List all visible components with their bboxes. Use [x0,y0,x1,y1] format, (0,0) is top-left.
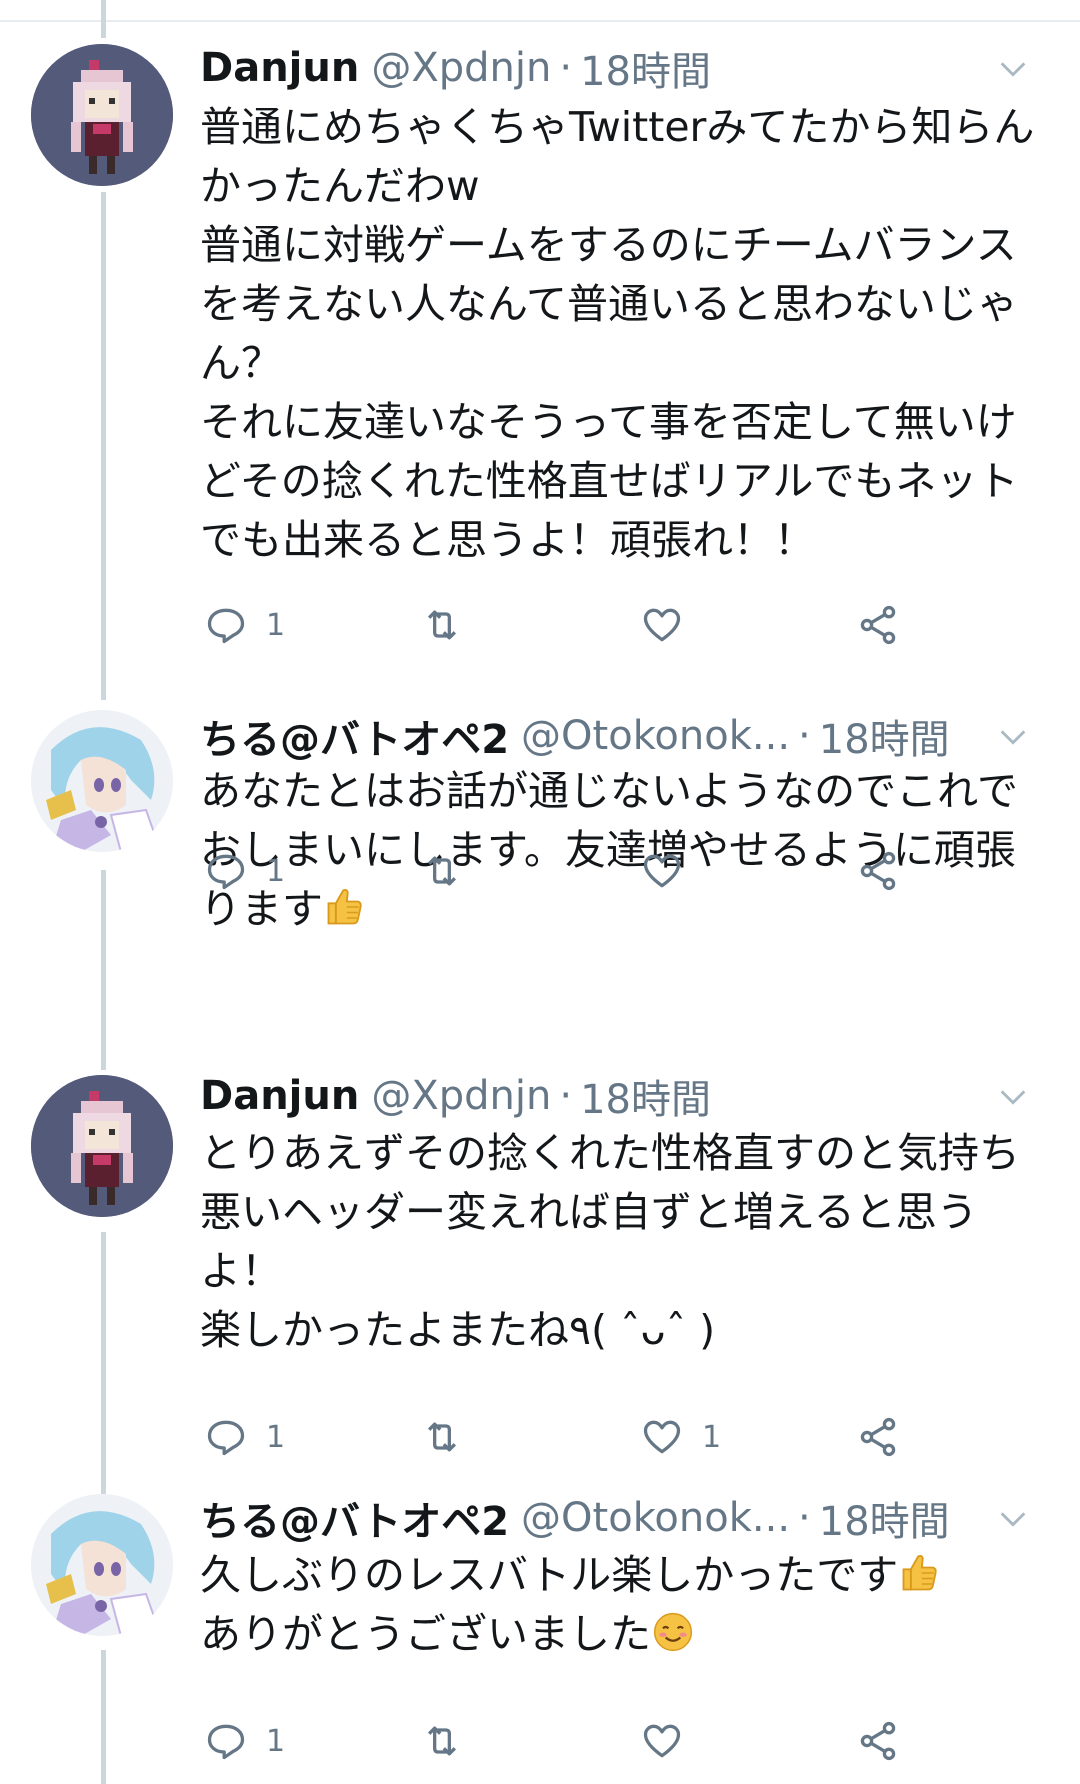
tweet-text: とりあえずその捻くれた性格直すのと気持ち悪いヘッダー変えれば自ずと増えると思うよ… [200,1129,1020,1354]
reply-button[interactable]: 1 [204,846,285,896]
display-name[interactable]: Danjun [200,1073,359,1119]
avatar[interactable] [31,1494,173,1636]
anime-girl-avatar-icon [31,1494,173,1636]
share-button[interactable] [856,846,900,896]
thumbs-up-icon [902,1554,937,1591]
separator-dot: · [559,45,573,91]
tweet[interactable]: ちる@バトオペ2 @Otokonok... · 18時間 久しぶりのレスバトル楽… [0,1460,1080,1784]
like-button[interactable] [640,600,702,650]
retweet-icon [427,856,457,886]
display-name[interactable]: ちる@バトオペ2 [200,707,509,765]
reply-count: 1 [266,853,286,889]
tweet-text-line: 久しぶりのレスバトル楽しかったです [200,1551,899,1599]
retweet-icon [427,610,457,640]
tweet-text-line: ありがとうございました [200,1610,651,1658]
pixel-girl-avatar-icon [31,1075,173,1217]
avatar[interactable] [31,44,173,186]
reply-icon [207,1420,245,1456]
retweet-button[interactable] [420,846,482,896]
tweet[interactable]: Danjun @Xpdnjn · 18時間 とりあえずその捻くれた性格直すのと気… [0,1040,1080,1460]
tweet-text-block: 久しぶりのレスバトル楽しかったです ありがとうございました [200,1546,1050,1664]
display-name[interactable]: Danjun [200,45,359,91]
reply-count: 1 [266,607,286,643]
tweet-actions: 1 [200,1716,900,1766]
avatar[interactable] [31,710,173,852]
tweet-header: ちる@バトオペ2 @Otokonok... · 18時間 [200,708,1040,764]
heart-icon [643,1420,681,1454]
tweet-header: ちる@バトオペ2 @Otokonok... · 18時間 [200,1490,1040,1546]
heart-icon [643,1724,681,1758]
chevron-down-icon[interactable] [996,1502,1030,1536]
separator-dot: · [798,1495,811,1541]
like-count: 1 [702,1419,722,1455]
heart-icon [643,608,681,642]
retweet-button[interactable] [420,1412,482,1462]
reply-button[interactable]: 1 [204,600,285,650]
heart-icon [643,854,681,888]
display-name[interactable]: ちる@バトオペ2 [200,1489,509,1547]
tweet-actions: 1 [200,846,900,896]
tweet-header: Danjun @Xpdnjn · 18時間 [200,40,1040,96]
user-handle[interactable]: @Xpdnjn [371,45,551,91]
pixel-girl-avatar-icon [31,44,173,186]
user-handle[interactable]: @Otokonok... [521,1495,790,1541]
tweet-actions: 1 1 [200,1412,900,1462]
retweet-icon [427,1726,457,1756]
retweet-button[interactable] [420,1716,482,1766]
retweet-icon [427,1422,457,1452]
tweet-actions: 1 [200,600,900,650]
timestamp[interactable]: 18時間 [580,39,711,97]
separator-dot: · [559,1073,573,1119]
share-icon [860,851,896,891]
reply-icon [207,1724,245,1760]
timestamp[interactable]: 18時間 [819,707,950,765]
user-handle[interactable]: @Otokonok... [521,713,790,759]
reply-count: 1 [266,1419,286,1455]
like-button[interactable]: 1 [640,1412,721,1462]
user-handle[interactable]: @Xpdnjn [371,1073,551,1119]
reply-button[interactable]: 1 [204,1716,285,1766]
tweet[interactable]: ちる@バトオペ2 @Otokonok... · 18時間 あなたとはお話が通じな… [0,700,1080,1040]
chevron-down-icon[interactable] [996,720,1030,754]
share-button[interactable] [856,1412,900,1462]
share-icon [860,605,896,645]
anime-girl-avatar-icon [31,710,173,852]
like-button[interactable] [640,846,702,896]
avatar[interactable] [31,1075,173,1217]
separator-dot: · [798,713,811,759]
tweet-header: Danjun @Xpdnjn · 18時間 [200,1068,1040,1124]
smiling-face-icon [653,1612,693,1652]
reply-count: 1 [266,1723,286,1759]
timestamp[interactable]: 18時間 [580,1067,711,1125]
timestamp[interactable]: 18時間 [819,1489,950,1547]
share-icon [860,1721,896,1761]
like-button[interactable] [640,1716,702,1766]
reply-button[interactable]: 1 [204,1412,285,1462]
share-button[interactable] [856,1716,900,1766]
share-icon [860,1417,896,1457]
chevron-down-icon[interactable] [996,1080,1030,1114]
tweet[interactable]: Danjun @Xpdnjn · 18時間 普通にめちゃくちゃTwitterみて… [0,0,1080,700]
reply-icon [207,854,245,890]
tweet-text: 普通にめちゃくちゃTwitterみてたから知らんかったんだわw 普通に対戦ゲーム… [200,103,1035,564]
chevron-down-icon[interactable] [996,52,1030,86]
share-button[interactable] [856,600,900,650]
reply-icon [207,608,245,644]
retweet-button[interactable] [420,600,482,650]
